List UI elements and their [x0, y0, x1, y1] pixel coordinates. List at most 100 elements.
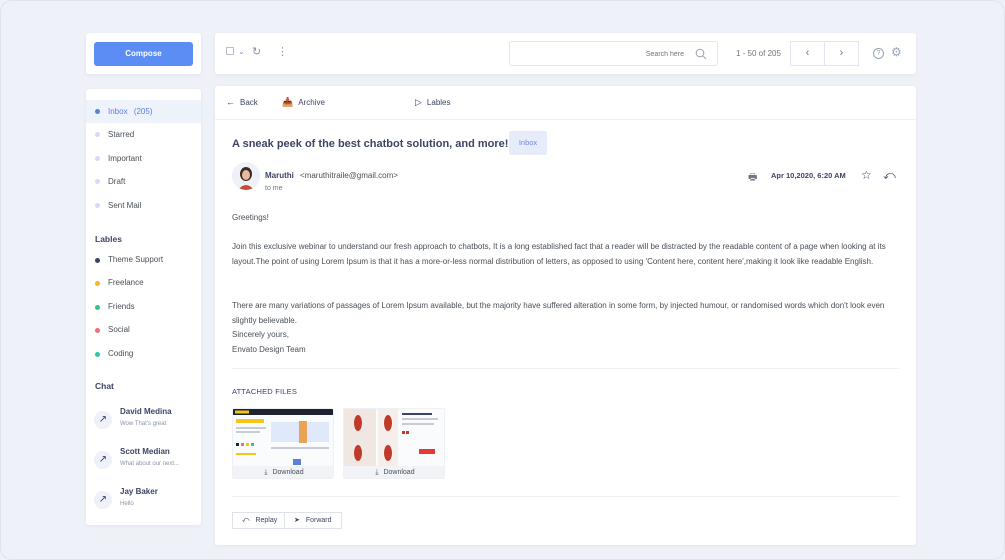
- label-item-friends[interactable]: Friends: [86, 299, 201, 315]
- attachment-thumbnail: [344, 409, 444, 466]
- important-dot-icon: [95, 156, 100, 161]
- help-icon[interactable]: ?: [873, 48, 884, 59]
- forward-label: Forward: [305, 517, 332, 524]
- sidebar-item-label: Draft: [108, 177, 126, 186]
- label-dot-icon: [95, 352, 100, 357]
- chevron-down-icon[interactable]: ⌄: [238, 46, 245, 58]
- sidebar-item-draft[interactable]: Draft: [86, 170, 201, 193]
- label-dot-icon: [95, 305, 100, 310]
- attachment-card[interactable]: ⤓ Download: [232, 408, 334, 479]
- print-icon[interactable]: 🖶: [748, 170, 757, 187]
- chat-name: Scott Median: [120, 447, 170, 456]
- label-item-label: Social: [108, 325, 130, 334]
- more-vertical-icon[interactable]: ⋮: [277, 46, 288, 58]
- chat-message: What about our next...: [120, 461, 180, 467]
- email-view: ← Back 📥 Archive ▷ Lables A sneak peek of t…: [215, 86, 916, 545]
- labels-label: Lables: [426, 98, 451, 107]
- chat-section-title: Chat: [95, 381, 114, 391]
- arrow-up-right-icon: ↗: [94, 411, 112, 429]
- sidebar-item-important[interactable]: Important: [86, 147, 201, 170]
- previous-page-button[interactable]: ‹: [790, 41, 825, 66]
- attached-files-title: ATTACHED FILES: [232, 387, 298, 396]
- chevron-left-icon: ‹: [805, 47, 810, 59]
- reply-icon: ⤺: [242, 517, 250, 524]
- email-date: Apr 10,2020, 6:20 AM: [771, 171, 846, 180]
- divider: [232, 368, 899, 369]
- search-input[interactable]: [516, 47, 684, 61]
- label-item-label: Coding: [108, 349, 134, 358]
- sender-name: Maruthi: [265, 171, 294, 180]
- download-label: Download: [272, 469, 304, 476]
- label-item-freelance[interactable]: Freelance: [86, 275, 201, 291]
- reply-icon[interactable]: ⤺: [883, 168, 896, 183]
- chevron-right-icon: ›: [839, 47, 844, 59]
- arrow-left-icon: ←: [226, 97, 235, 107]
- label-item-label: Theme Support: [108, 255, 164, 264]
- draft-dot-icon: [95, 179, 100, 184]
- chat-item-scott-median[interactable]: ↗ Scott Median What about our next...: [86, 447, 201, 477]
- sidebar-item-inbox[interactable]: Inbox (205): [86, 100, 201, 123]
- email-paragraph: There are many variations of passages of…: [232, 301, 885, 325]
- compose-button[interactable]: Compose: [94, 42, 193, 66]
- attachment-thumbnail: [233, 409, 333, 466]
- chat-message: Wow That's great: [120, 421, 167, 427]
- download-icon: ⤓: [264, 469, 268, 476]
- refresh-icon[interactable]: ↻: [252, 46, 261, 58]
- starred-dot-icon: [95, 132, 100, 137]
- archive-label: Archive: [298, 98, 325, 107]
- download-label: Download: [383, 469, 415, 476]
- star-icon[interactable]: ☆: [861, 168, 872, 182]
- archive-button[interactable]: 📥 Archive: [282, 97, 325, 108]
- chat-name: David Medina: [120, 407, 172, 416]
- email-greeting: Greetings!: [232, 213, 269, 222]
- next-page-button[interactable]: ›: [824, 41, 859, 66]
- send-icon: ➤: [294, 517, 300, 524]
- label-dot-icon: [95, 258, 100, 263]
- label-item-coding[interactable]: Coding: [86, 346, 201, 362]
- sidebar-item-label: Inbox: [108, 107, 128, 116]
- download-button[interactable]: ⤓ Download: [344, 466, 444, 478]
- back-label: Back: [240, 98, 258, 107]
- arrow-up-right-icon: ↗: [94, 491, 112, 509]
- label-item-theme-support[interactable]: Theme Support: [86, 252, 201, 268]
- toolbar: ⌄ ↻ ⋮ 1 - 50 of 205 ‹ › ? ⚙: [215, 33, 916, 74]
- labels-button[interactable]: ▷ Lables: [415, 97, 451, 108]
- sidebar-item-label: Starred: [108, 130, 135, 139]
- reply-button[interactable]: ⤺ Replay: [232, 512, 288, 529]
- attachment-card[interactable]: ⤓ Download: [343, 408, 445, 479]
- label-dot-icon: [95, 281, 100, 286]
- search-icon[interactable]: [695, 48, 707, 60]
- sidebar-item-label: Important: [108, 154, 142, 163]
- download-button[interactable]: ⤓ Download: [233, 466, 333, 478]
- sidebar-item-sent-mail[interactable]: Sent Mail: [86, 194, 201, 217]
- download-icon: ⤓: [375, 469, 379, 476]
- divider: [232, 496, 899, 497]
- reply-label: Replay: [255, 517, 278, 524]
- sender-email: <maruthitraile@gmail.com>: [300, 171, 398, 180]
- label-item-social[interactable]: Social: [86, 322, 201, 338]
- labels-section-title: Lables: [95, 234, 122, 244]
- chat-item-jay-baker[interactable]: ↗ Jay Baker Hello: [86, 487, 201, 517]
- label-dot-icon: [95, 328, 100, 333]
- recipient-text: to me: [265, 185, 283, 192]
- compose-card: Compose: [86, 33, 201, 74]
- sidebar-item-label: Sent Mail: [108, 201, 142, 210]
- chat-item-david-medina[interactable]: ↗ David Medina Wow That's great: [86, 407, 201, 437]
- sidebar: Inbox (205) Starred Important Draft Sent…: [86, 89, 201, 525]
- chat-name: Jay Baker: [120, 487, 158, 496]
- email-signature: Envato Design Team: [232, 345, 306, 354]
- checkbox-icon[interactable]: [226, 47, 234, 55]
- chat-message: Hello: [120, 501, 134, 507]
- forward-button[interactable]: ➤ Forward: [284, 512, 342, 529]
- sidebar-item-starred[interactable]: Starred: [86, 123, 201, 146]
- back-button[interactable]: ← Back: [226, 97, 258, 107]
- label-item-label: Freelance: [108, 278, 144, 287]
- search-box: [509, 41, 718, 66]
- email-paragraph: Join this exclusive webinar to understan…: [232, 242, 886, 266]
- inbox-count: (205): [133, 107, 153, 116]
- email-subject: A sneak peek of the best chatbot solutio…: [232, 138, 509, 150]
- archive-icon: 📥: [282, 97, 294, 107]
- avatar: [232, 162, 260, 190]
- gear-icon[interactable]: ⚙: [891, 46, 902, 58]
- tag-icon: ▷: [415, 97, 422, 107]
